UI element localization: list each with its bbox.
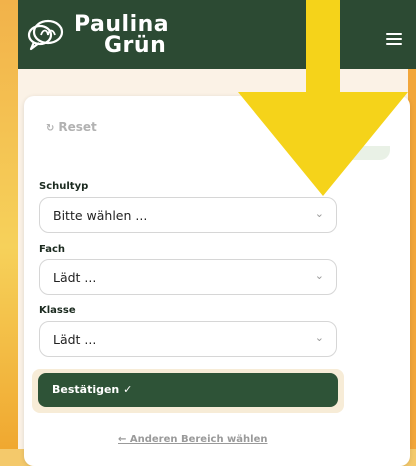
select-fach[interactable]: Lädt ... ⌄ — [39, 259, 337, 295]
reset-rotate-icon: ↻ — [46, 123, 55, 134]
select-klasse[interactable]: Lädt ... ⌄ — [39, 321, 337, 357]
brand-line-2: Grün — [104, 33, 167, 58]
label-schultyp: Schultyp — [39, 181, 89, 192]
select-schultyp-value: Bitte wählen ... — [53, 208, 148, 223]
label-klasse: Klasse — [39, 305, 76, 316]
select-schultyp[interactable]: Bitte wählen ... ⌄ — [39, 197, 337, 233]
label-fach: Fach — [39, 244, 66, 255]
down-arrow-overlay — [238, 0, 408, 196]
confirm-button[interactable]: Bestätigen ✓ — [38, 373, 338, 407]
brand-logo-text[interactable]: Paulina Grün — [74, 14, 169, 58]
reset-button[interactable]: ↻ Reset — [46, 120, 97, 134]
chevron-down-icon: ⌄ — [314, 269, 324, 282]
select-klasse-value: Lädt ... — [53, 332, 97, 347]
select-fach-value: Lädt ... — [53, 270, 97, 285]
reset-label: Reset — [58, 120, 97, 134]
speech-bubbles-logo-icon — [27, 19, 64, 51]
change-area-link[interactable]: ← Anderen Bereich wählen — [118, 434, 267, 445]
chevron-down-icon: ⌄ — [314, 207, 324, 220]
chevron-down-icon: ⌄ — [314, 331, 324, 344]
